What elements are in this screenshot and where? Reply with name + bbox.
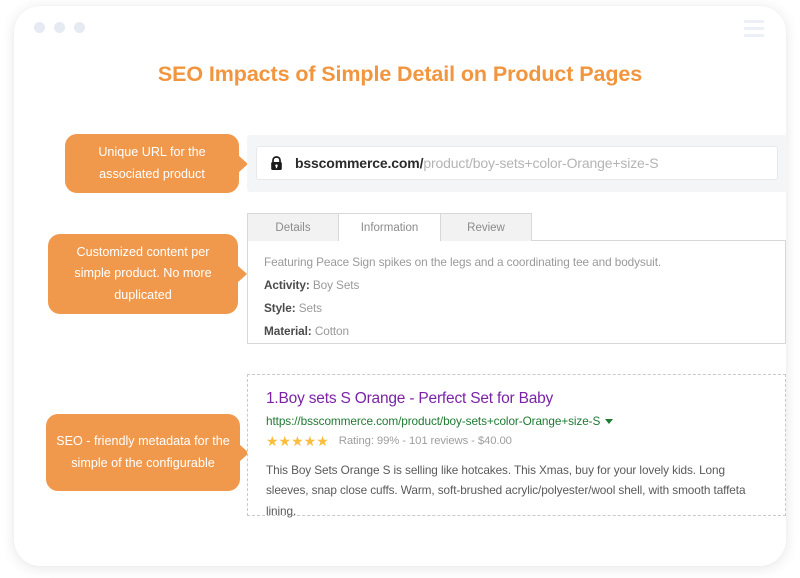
spec-row-activity: Activity: Boy Sets: [264, 278, 769, 292]
callout-customized-content-label: Customized content per simple product. N…: [74, 245, 212, 302]
product-tabs: Details Information Review: [247, 213, 532, 241]
product-description: Featuring Peace Sign spikes on the legs …: [264, 255, 662, 269]
spec-value-material: Cotton: [314, 324, 349, 338]
address-path: product/boy-sets+color-Orange+size-S: [423, 155, 659, 171]
tab-review[interactable]: Review: [440, 213, 532, 241]
callout-unique-url: Unique URL for the associated product: [65, 134, 248, 193]
window-titlebar: [14, 6, 786, 48]
window-control-dots: [34, 22, 85, 33]
spec-label-activity: Activity:: [264, 278, 310, 292]
serp-result-title[interactable]: 1.Boy sets S Orange - Perfect Set for Ba…: [266, 390, 769, 408]
product-detail-panel: Featuring Peace Sign spikes on the legs …: [247, 240, 786, 344]
hamburger-line-1: [744, 20, 764, 23]
serp-rating-text: Rating: 99% - 101 reviews - $40.00: [338, 435, 512, 447]
address-bar-container: bsscommerce.com/product/boy-sets+color-O…: [247, 135, 787, 192]
window-dot-maximize[interactable]: [74, 22, 85, 33]
address-text: bsscommerce.com/product/boy-sets+color-O…: [295, 155, 659, 171]
tab-information[interactable]: Information: [338, 213, 441, 241]
chevron-down-icon[interactable]: [605, 418, 614, 424]
callout-seo-metadata-label: SEO - friendly metadata for the simple o…: [56, 434, 230, 470]
serp-result-url-line: https://bsscommerce.com/product/boy-sets…: [266, 414, 769, 428]
spec-value-activity: Boy Sets: [312, 278, 360, 292]
serp-result-url: https://bsscommerce.com/product/boy-sets…: [266, 414, 601, 428]
window-dot-minimize[interactable]: [54, 22, 65, 33]
serp-rating-row: ★★★★★ Rating: 99% - 101 reviews - $40.00: [266, 434, 769, 448]
callout-pointer-icon: [237, 265, 247, 283]
page-title: SEO Impacts of Simple Detail on Product …: [157, 62, 643, 86]
lock-icon: [271, 155, 282, 170]
spec-label-material: Material:: [264, 324, 312, 338]
callout-unique-url-label: Unique URL for the associated product: [98, 145, 206, 181]
address-input[interactable]: bsscommerce.com/product/boy-sets+color-O…: [256, 146, 778, 180]
callout-customized-content: Customized content per simple product. N…: [48, 234, 247, 314]
hamburger-icon[interactable]: [744, 20, 764, 37]
hamburger-line-2: [744, 27, 764, 30]
tab-details[interactable]: Details: [247, 213, 339, 241]
spec-row-material: Material: Cotton: [264, 324, 769, 338]
hamburger-line-3: [744, 34, 764, 37]
callout-seo-metadata: SEO - friendly metadata for the simple o…: [46, 414, 249, 491]
spec-label-style: Style:: [264, 301, 296, 315]
rating-stars-icon: ★★★★★: [266, 433, 329, 449]
spec-row-style: Style: Sets: [264, 301, 769, 315]
serp-result-card: 1.Boy sets S Orange - Perfect Set for Ba…: [247, 374, 786, 518]
window-dot-close[interactable]: [34, 22, 45, 33]
address-domain: bsscommerce.com/: [295, 155, 424, 171]
browser-window-card: SEO Impacts of Simple Detail on Product …: [14, 6, 787, 566]
screenshot-root: SEO Impacts of Simple Detail on Product …: [0, 0, 800, 578]
serp-result-description: This Boy Sets Orange S is selling like h…: [266, 463, 746, 518]
spec-value-style: Sets: [298, 301, 322, 315]
